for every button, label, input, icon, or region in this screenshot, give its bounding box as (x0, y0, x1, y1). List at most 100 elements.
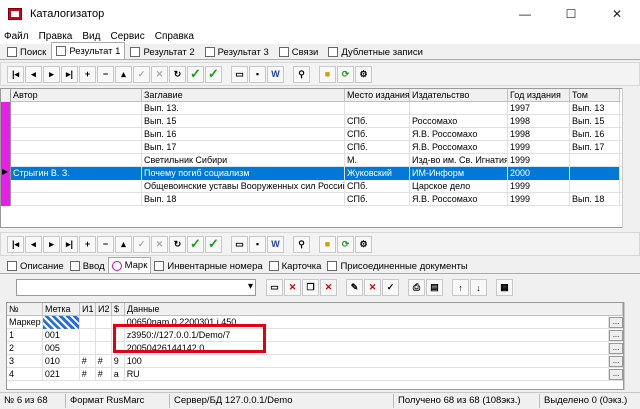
word-export-icon[interactable]: W (267, 235, 284, 253)
tab-description[interactable]: Описание (4, 259, 67, 273)
results-table: Автор Заглавие Место издания Издательств… (0, 88, 632, 228)
table-row[interactable]: Вып. 16 СПб. Я.В. Россомахо 1998 Вып. 16 (1, 127, 631, 141)
marc-row[interactable]: 2 005 20050426144142.0... (7, 341, 623, 355)
prev-record-button[interactable]: ◂ (25, 235, 42, 253)
edit-icon[interactable]: ✎ (346, 279, 363, 296)
col-author[interactable]: Автор (11, 89, 142, 102)
confirm-all-icon[interactable]: ✓ (205, 235, 222, 253)
edit-field-button[interactable]: ... (609, 329, 623, 341)
view-icon[interactable]: ▤ (426, 279, 443, 296)
minimize-button[interactable]: — (502, 0, 548, 28)
refresh-icon[interactable]: ↻ (169, 65, 186, 83)
maximize-button[interactable]: ☐ (548, 0, 594, 28)
marc-row[interactable]: Маркер 00650nam 0 2200301 i 450... (7, 315, 623, 329)
menu-view[interactable]: Вид (82, 31, 100, 42)
table-row[interactable]: Общевоинские уставы Вооруженных сил Росс… (1, 179, 631, 193)
menu-help[interactable]: Справка (155, 31, 194, 42)
table-row[interactable]: Вып. 15 СПб. Россомахо 1998 Вып. 15 (1, 114, 631, 128)
window-title: Каталогизатор (30, 8, 105, 20)
word-export-icon[interactable]: W (267, 65, 284, 83)
tab-card[interactable]: Карточка (266, 259, 325, 273)
tab-result-3[interactable]: Результат 3 (200, 44, 274, 59)
new-field-icon[interactable]: ▭ (266, 279, 283, 296)
marc-scrollbar[interactable] (624, 302, 634, 390)
menu-file[interactable]: Файл (4, 31, 29, 42)
confirm-icon[interactable]: ✓ (187, 65, 204, 83)
col-year[interactable]: Год издания (508, 89, 570, 102)
tab-result-1[interactable]: Результат 1 (51, 42, 126, 59)
remove-icon[interactable]: ✕ (364, 279, 381, 296)
results-scrollbar[interactable] (622, 88, 632, 228)
new-document-icon[interactable]: ▭ (231, 65, 248, 83)
delete-field-icon[interactable]: ✕ (284, 279, 301, 296)
field-select[interactable] (16, 279, 256, 296)
first-record-button[interactable]: |◂ (7, 235, 24, 253)
search-icon[interactable]: ⚲ (293, 235, 310, 253)
sync-icon[interactable]: ⟳ (337, 65, 354, 83)
tab-search[interactable]: Поиск (2, 44, 51, 59)
refresh-icon[interactable]: ↻ (169, 235, 186, 253)
tab-duplicates[interactable]: Дублетные записи (323, 44, 428, 59)
tab-attachments[interactable]: Присоединенные документы (324, 259, 470, 273)
cancel-disabled-icon[interactable]: ✕ (151, 235, 168, 253)
confirm-all-icon[interactable]: ✓ (205, 65, 222, 83)
confirm-icon[interactable]: ✓ (187, 235, 204, 253)
tab-input[interactable]: Ввод (67, 259, 108, 273)
col-place[interactable]: Место издания (345, 89, 410, 102)
last-record-button[interactable]: ▸| (61, 235, 78, 253)
last-record-button[interactable]: ▸| (61, 65, 78, 83)
next-record-button[interactable]: ▸ (43, 65, 60, 83)
marc-row[interactable]: 1 001 z3950://127.0.0.1/Demo/7... (7, 328, 623, 342)
check-disabled-icon[interactable]: ✓ (133, 235, 150, 253)
marc-row[interactable]: 3 010 # #9 100... (7, 354, 623, 368)
edit-field-button[interactable]: ... (609, 316, 623, 328)
export-icon[interactable]: ▦ (496, 279, 513, 296)
search-icon[interactable]: ⚲ (293, 65, 310, 83)
marc-row[interactable]: 4 021 # # a RU... (7, 367, 623, 381)
check-field-icon[interactable]: ✓ (382, 279, 399, 296)
table-row[interactable]: Светильник Сибири М. Изд-во им. Св. Игнати… (1, 153, 631, 167)
sync-icon[interactable]: ⟳ (337, 235, 354, 253)
add-record-button[interactable]: + (79, 235, 96, 253)
save-icon[interactable]: ▪ (249, 65, 266, 83)
delete-record-button[interactable]: − (97, 65, 114, 83)
menu-service[interactable]: Сервис (110, 31, 144, 42)
table-row[interactable]: Вып. 17 СПб. Я.В. Россомахо 1999 Вып. 17 (1, 140, 631, 154)
marc-icon (111, 260, 122, 271)
new-document-icon[interactable]: ▭ (231, 235, 248, 253)
prev-record-button[interactable]: ◂ (25, 65, 42, 83)
col-volume[interactable]: Том (570, 89, 620, 102)
save-icon[interactable]: ▪ (249, 235, 266, 253)
delete-record-button[interactable]: − (97, 235, 114, 253)
menu-edit[interactable]: Правка (39, 31, 73, 42)
bookmark-icon[interactable]: ■ (319, 235, 336, 253)
print-icon[interactable]: ⎙ (408, 279, 425, 296)
add-record-button[interactable]: + (79, 65, 96, 83)
edit-field-button[interactable]: ... (609, 355, 623, 367)
delete-subfield-icon[interactable]: ✕ (320, 279, 337, 296)
first-record-button[interactable]: |◂ (7, 65, 24, 83)
tab-marc[interactable]: Марк (107, 257, 152, 273)
cancel-disabled-icon[interactable]: ✕ (151, 65, 168, 83)
edit-field-button[interactable]: ... (609, 368, 623, 380)
col-title[interactable]: Заглавие (142, 89, 345, 102)
move-down-icon[interactable]: ↓ (470, 279, 487, 296)
tab-links[interactable]: Связи (274, 44, 324, 59)
check-disabled-icon[interactable]: ✓ (133, 65, 150, 83)
up-button[interactable]: ▴ (115, 235, 132, 253)
bookmark-icon[interactable]: ■ (319, 65, 336, 83)
next-record-button[interactable]: ▸ (43, 235, 60, 253)
move-up-icon[interactable]: ↑ (452, 279, 469, 296)
col-publisher[interactable]: Издательство (410, 89, 508, 102)
up-button[interactable]: ▴ (115, 65, 132, 83)
close-button[interactable]: ✕ (594, 0, 640, 28)
copy-field-icon[interactable]: ❐ (302, 279, 319, 296)
tab-result-2[interactable]: Результат 2 (125, 44, 199, 59)
edit-field-button[interactable]: ... (609, 342, 623, 354)
table-row-selected[interactable]: ▶ Стрыгин В. З. Почему погиб социализм Жуко… (1, 166, 631, 180)
tools-icon[interactable]: ⚙ (355, 65, 372, 83)
tools-icon[interactable]: ⚙ (355, 235, 372, 253)
tab-inventory[interactable]: Инвентарные номера (151, 259, 265, 273)
table-row[interactable]: Вып. 18 СПб. Я.В. Россомахо 1999 Вып. 18 (1, 192, 631, 206)
table-row[interactable]: Вып. 13. 1997 Вып. 13 (1, 101, 631, 115)
